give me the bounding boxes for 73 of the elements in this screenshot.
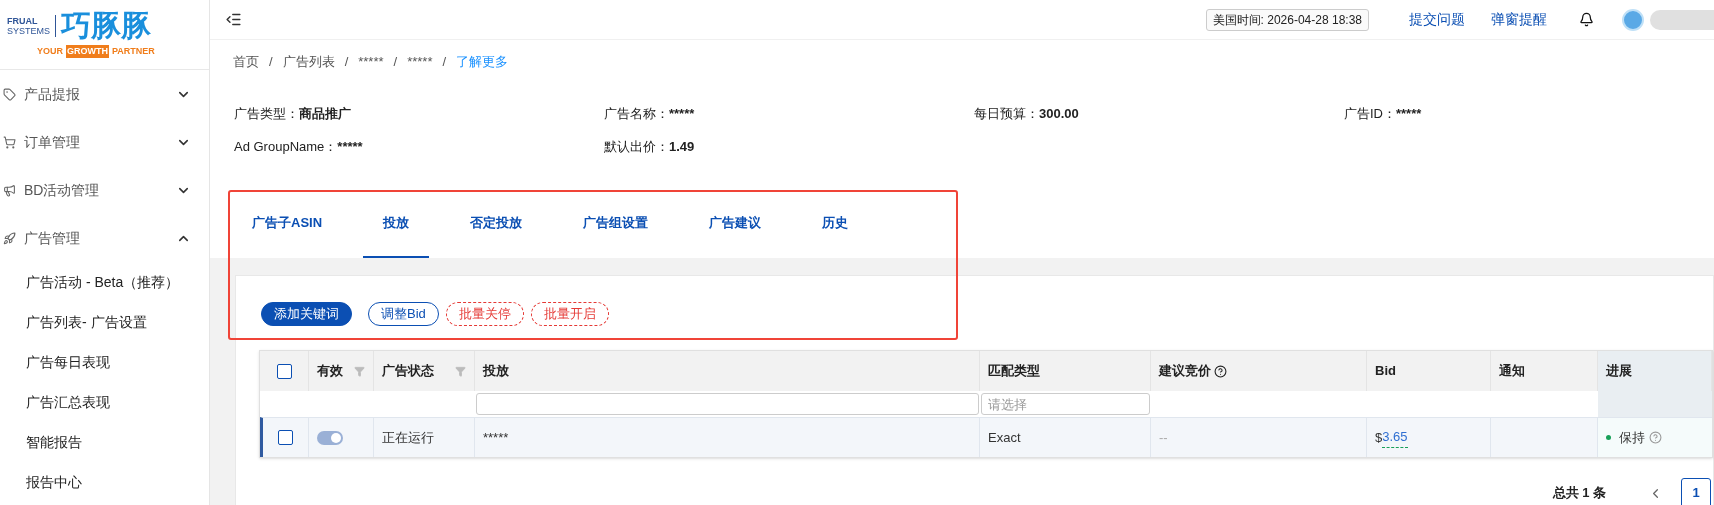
action-button[interactable]: 添加关键词 (261, 302, 352, 326)
sidebar-subitem[interactable]: 广告汇总表现 (0, 382, 209, 422)
breadcrumb-separator: / (442, 53, 447, 72)
logo-text: FRUAL (7, 15, 39, 26)
nav-icon (3, 87, 16, 101)
time-badge: 美国时间: 2026-04-28 18:38 (1205, 8, 1369, 31)
column-header: 进展 (1598, 351, 1712, 391)
info-label: 广告类型： (234, 105, 299, 123)
filter-field[interactable] (476, 393, 979, 415)
sidebar-subitem[interactable]: 报告中心 (0, 462, 209, 502)
breadcrumb-separator: / (344, 53, 349, 72)
breadcrumb-item[interactable]: 首页 (233, 52, 259, 72)
nav-icon (3, 231, 16, 245)
info-value: ***** (337, 137, 363, 156)
total-count: 总共 1 条 (1552, 484, 1606, 503)
logo-tagline: YOUR (37, 44, 63, 58)
table-row[interactable]: 正在运行 ***** Exact -- $3.65 保持 (260, 417, 1712, 457)
blurred-name (1650, 9, 1714, 30)
breadcrumb-separator: / (393, 53, 398, 72)
logo-text: SYSTEMS (7, 25, 50, 36)
sidebar-item[interactable]: 广告管理 (0, 214, 209, 262)
info-value: ***** (1396, 105, 1422, 123)
info-label: 默认出价： (604, 137, 669, 156)
sidebar-subitem[interactable]: 广告列表- 广告设置 (0, 302, 209, 342)
avatar[interactable] (1622, 8, 1644, 31)
sidebar-item[interactable]: 产品提报 (0, 70, 209, 118)
sidebar-item[interactable]: 订单管理 (0, 118, 209, 166)
info-label: 广告名称： (604, 105, 669, 123)
info-value: 商品推广 (299, 105, 351, 123)
table-cell: Exact (980, 418, 1151, 457)
nav-icon (3, 183, 16, 197)
table-cell: ***** (475, 418, 980, 457)
page-button[interactable]: 1 (1681, 478, 1711, 505)
sidebar-subitem[interactable]: 广告每日表现 (0, 342, 209, 382)
action-button[interactable]: 批量关停 (445, 302, 524, 326)
breadcrumb-item[interactable]: 广告列表 (282, 52, 335, 72)
top-link[interactable]: 弹窗提醒 (1491, 9, 1547, 30)
currency-symbol: $ (1375, 428, 1383, 447)
breadcrumb-item[interactable]: ***** (407, 52, 433, 72)
toggle-switch[interactable] (317, 430, 343, 445)
select-field[interactable]: 请选择 (981, 393, 1150, 415)
nav-icon (3, 135, 16, 149)
info-label: 广告ID： (1344, 105, 1396, 123)
sidebar-subitem[interactable]: 广告活动 - Beta（推荐） (0, 262, 209, 302)
info-label: 每日预算： (974, 105, 1039, 123)
logo-name: 巧豚豚 (61, 10, 151, 41)
bid-link[interactable]: 3.65 (1382, 427, 1408, 448)
menu-icon[interactable] (225, 11, 242, 28)
table-cell: 正在运行 (374, 418, 475, 457)
tab[interactable]: 历史 (802, 190, 869, 258)
sidebar-item[interactable]: BD活动管理 (0, 166, 209, 214)
tab[interactable]: 广告组设置 (563, 190, 669, 258)
action-button[interactable]: 批量开启 (530, 302, 609, 326)
progress-status: 保持 (1619, 428, 1645, 447)
action-button[interactable]: 调整Bid (368, 302, 439, 326)
tab[interactable]: 广告子ASIN (232, 190, 343, 258)
sidebar-subitem[interactable]: 智能报告 (0, 422, 209, 462)
info-value: 1.49 (669, 137, 695, 156)
tab[interactable]: 否定投放 (450, 190, 543, 258)
checkbox[interactable] (276, 363, 292, 379)
top-link[interactable]: 提交问题 (1409, 9, 1465, 30)
logo-tagline: PARTNER (112, 44, 155, 58)
help-icon[interactable] (1214, 364, 1227, 378)
info-label: Ad GroupName： (234, 137, 338, 156)
table-cell: -- (1151, 418, 1367, 457)
info-value: 300.00 (1039, 105, 1079, 123)
tab[interactable]: 广告建议 (689, 190, 782, 258)
logo-tagline: GROWTH (66, 44, 109, 59)
info-value: ***** (669, 105, 695, 123)
checkbox[interactable] (278, 430, 293, 445)
breadcrumb-separator: / (269, 53, 273, 72)
notification-icon[interactable] (1579, 12, 1594, 27)
breadcrumb-item[interactable]: ***** (358, 52, 384, 72)
